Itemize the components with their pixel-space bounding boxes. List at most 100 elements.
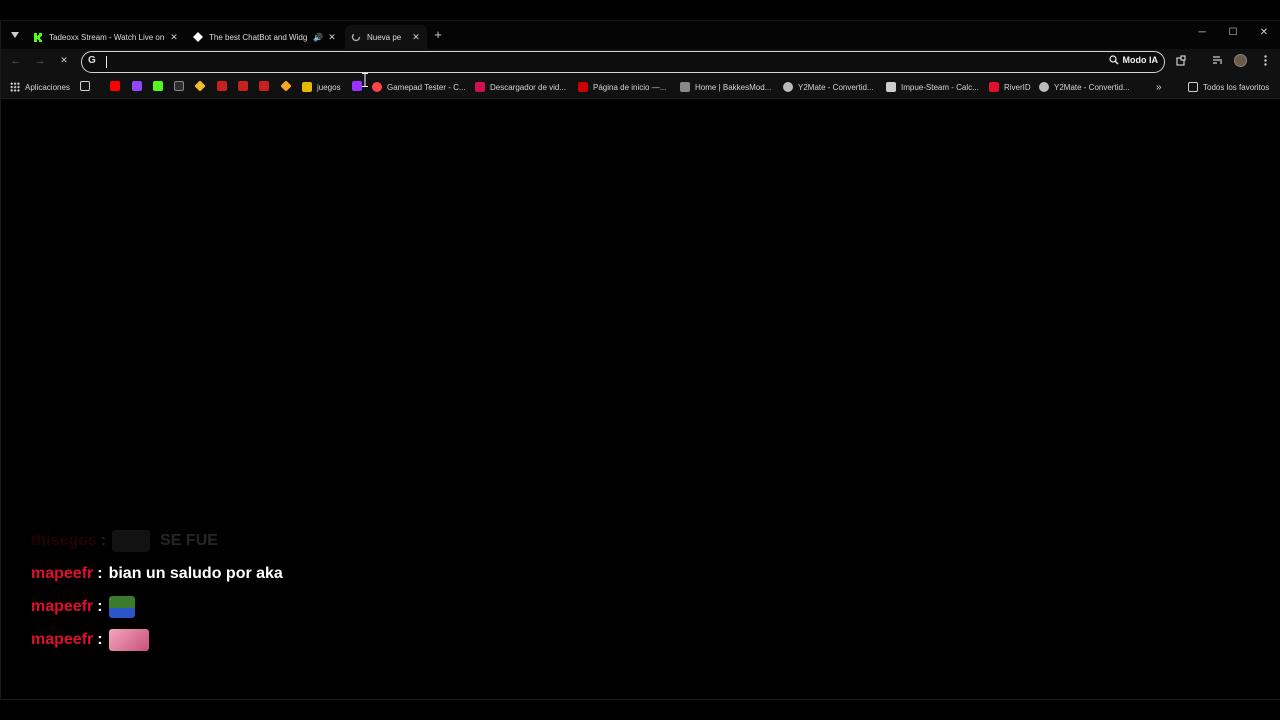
tab-title: Nueva pe: [367, 32, 402, 42]
bookmark-label: Gamepad Tester - C...: [387, 82, 466, 92]
toolbar: ← → ✕ G Modo IA: [1, 49, 1280, 75]
chat-colon: :: [97, 631, 103, 648]
download-icon: [475, 82, 485, 92]
kick-icon: [33, 32, 43, 42]
chat-username: thisegos: [31, 532, 97, 549]
tab-title: Tadeoxx Stream - Watch Live on: [49, 32, 165, 42]
bookmark-gamepad-tester[interactable]: Gamepad Tester - C...: [372, 80, 466, 94]
forward-button[interactable]: →: [33, 55, 47, 67]
steam-calc-icon: [886, 82, 896, 92]
bookmark-label: Aplicaciones: [25, 82, 70, 92]
address-bar[interactable]: G Modo IA: [81, 51, 1165, 73]
folder-icon: [302, 82, 312, 92]
speaker-icon[interactable]: 🔊: [313, 33, 323, 42]
vivaldi-icon: [578, 82, 588, 92]
chat-colon: :: [97, 565, 103, 582]
tab-streamelements[interactable]: The best ChatBot and Widg 🔊 ✕: [187, 25, 343, 49]
back-button[interactable]: ←: [9, 55, 23, 67]
stop-loading-button[interactable]: ✕: [57, 55, 71, 66]
chat-text: bian un saludo por aka: [108, 565, 283, 582]
bookmark-label: Y2Mate - Convertid...: [798, 82, 874, 92]
close-icon[interactable]: ✕: [327, 32, 337, 43]
bakkesmod-icon: [680, 82, 690, 92]
bookmark-y2mate[interactable]: Y2Mate - Convertid...: [783, 80, 874, 94]
bookmark-label: Home | BakkesMod...: [695, 82, 772, 92]
bookmark-arrow-icon[interactable]: [352, 81, 362, 91]
bookmark-youtube-icon[interactable]: [110, 81, 120, 91]
tab-kick[interactable]: Tadeoxx Stream - Watch Live on ✕: [27, 25, 185, 49]
chat-message: thisegos : SE FUE: [31, 529, 218, 553]
bookmark-gmail-icon[interactable]: [217, 81, 227, 91]
bookmark-impue-steam[interactable]: Impue-Steam - Calc...: [886, 80, 979, 94]
bookmark-juegos[interactable]: juegos: [302, 80, 341, 94]
chat-colon: :: [97, 598, 103, 615]
bookmark-grid-icon[interactable]: [80, 81, 90, 91]
text-caret: [106, 56, 107, 68]
close-icon[interactable]: ✕: [169, 32, 179, 43]
bookmark-bakkesmod[interactable]: Home | BakkesMod...: [680, 80, 771, 94]
riverid-icon: [989, 82, 999, 92]
chat-colon: :: [100, 532, 107, 549]
close-window-button[interactable]: ✕: [1256, 27, 1272, 38]
bookmark-label: Página de inicio —...: [593, 82, 667, 92]
tab-new-page[interactable]: Nueva pe ✕: [345, 25, 427, 49]
bookmark-gmail-icon[interactable]: [238, 81, 248, 91]
maximize-button[interactable]: ☐: [1225, 27, 1241, 38]
bookmark-label: RiverID: [1004, 82, 1031, 92]
bookmark-binance-icon[interactable]: [194, 80, 206, 92]
pepe-emote: [108, 596, 135, 618]
bookmark-s-icon[interactable]: [174, 81, 184, 91]
tab-search-icon[interactable]: [7, 27, 23, 43]
extensions-icon[interactable]: [1174, 55, 1188, 69]
ai-search-icon: [1108, 55, 1118, 65]
new-tab-button[interactable]: +: [431, 28, 445, 42]
bookmark-label: Todos los favoritos: [1203, 82, 1270, 92]
bookmark-riverid[interactable]: RiverID: [989, 80, 1031, 94]
bookmark-pagina-inicio[interactable]: Página de inicio —...: [578, 80, 666, 94]
bookmark-twitch-icon[interactable]: [132, 81, 142, 91]
y2mate-icon: [783, 82, 793, 92]
media-control-icon[interactable]: [1210, 55, 1224, 69]
chat-message: mapeefr :: [31, 595, 135, 619]
chat-text: SE FUE: [160, 532, 218, 549]
y2mate-icon: [1039, 82, 1049, 92]
gamepad-icon: [372, 82, 382, 92]
bookmark-label: Impue-Steam - Calc...: [901, 82, 979, 92]
close-icon[interactable]: ✕: [411, 32, 421, 43]
bookmark-gmail-icon[interactable]: [259, 81, 269, 91]
address-input[interactable]: [108, 54, 1088, 70]
loading-icon: [351, 32, 361, 42]
google-icon: G: [88, 55, 96, 66]
bookmark-apps[interactable]: Aplicaciones: [10, 80, 70, 94]
bookmark-label: juegos: [317, 82, 341, 92]
chat-message: mapeefr : bian un saludo por aka: [31, 562, 283, 586]
emote-image: [112, 530, 151, 552]
all-favorites-folder[interactable]: Todos los favoritos: [1188, 80, 1269, 94]
folder-icon: [1188, 82, 1198, 92]
text-cursor-icon: [362, 73, 368, 87]
chat-username: mapeefr: [31, 598, 94, 615]
bookmark-diamond-icon[interactable]: [280, 80, 292, 92]
menu-icon[interactable]: [1258, 55, 1272, 69]
bookmark-label: Y2Mate - Convertid...: [1054, 82, 1130, 92]
tab-title: The best ChatBot and Widg: [209, 32, 308, 42]
bookmarks-overflow-button[interactable]: »: [1156, 80, 1162, 94]
ai-mode-button[interactable]: Modo IA: [1108, 55, 1159, 65]
bookmarks-bar: Aplicaciones juegos Gamepad Tester - C..…: [1, 75, 1280, 99]
bookmark-y2mate-2[interactable]: Y2Mate - Convertid...: [1039, 80, 1130, 94]
screen: Tadeoxx Stream - Watch Live on ✕ The bes…: [0, 0, 1280, 720]
pink-emote: [108, 629, 149, 651]
chat-message: mapeefr :: [31, 628, 149, 652]
profile-avatar[interactable]: [1234, 54, 1247, 67]
chat-username: mapeefr: [31, 631, 94, 648]
browser-window: Tadeoxx Stream - Watch Live on ✕ The bes…: [0, 20, 1280, 700]
streamelements-icon: [193, 32, 203, 42]
bookmark-descargador[interactable]: Descargador de vid...: [475, 80, 566, 94]
bookmark-label: Descargador de vid...: [490, 82, 567, 92]
ai-mode-label: Modo IA: [1122, 55, 1159, 65]
tab-strip: Tadeoxx Stream - Watch Live on ✕ The bes…: [1, 21, 1280, 49]
page-content: [1, 99, 1280, 699]
minimize-button[interactable]: ─: [1194, 27, 1210, 38]
apps-grid-icon: [10, 82, 20, 92]
bookmark-kick-icon[interactable]: [153, 81, 163, 91]
